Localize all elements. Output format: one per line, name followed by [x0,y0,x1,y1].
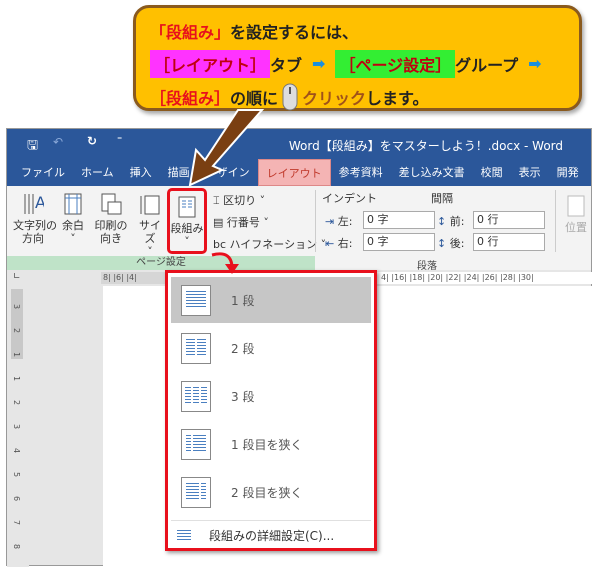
pointer-arrow-icon [188,109,265,274]
